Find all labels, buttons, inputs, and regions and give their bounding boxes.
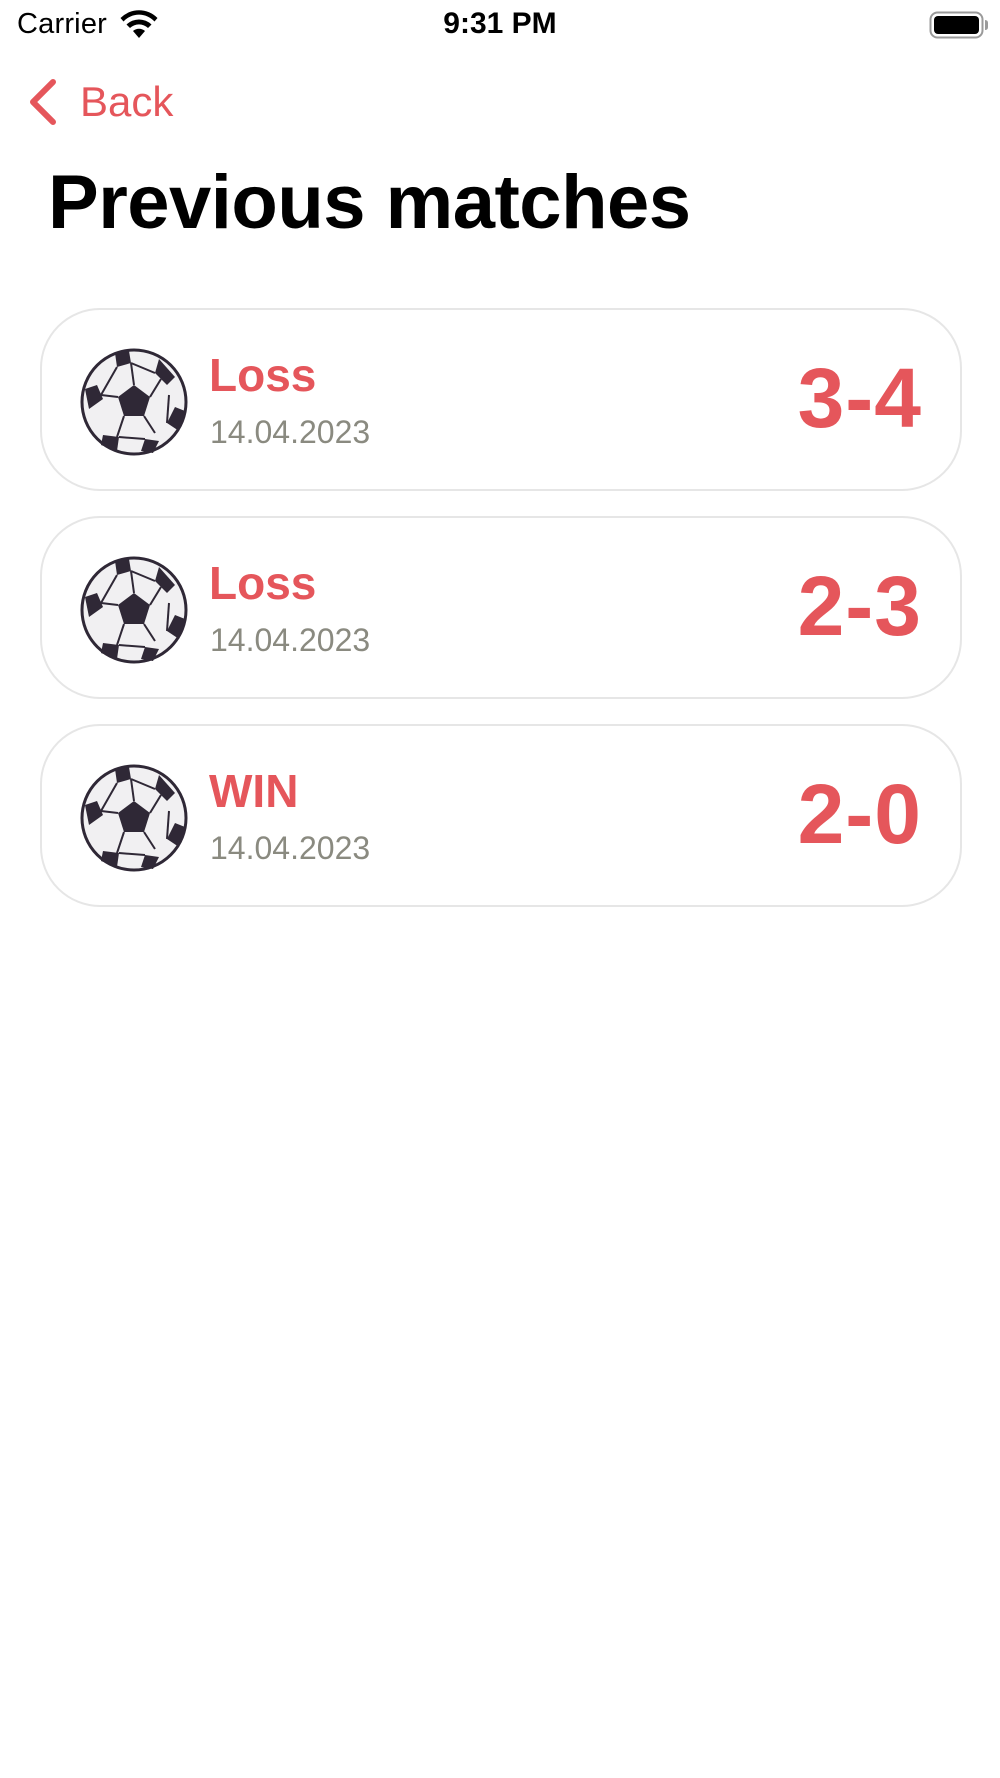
- clock-time: 9:31 PM: [443, 7, 557, 40]
- match-result: WIN: [209, 765, 299, 817]
- back-label: Back: [80, 78, 174, 125]
- match-result: Loss: [209, 349, 317, 401]
- match-list: Loss 14.04.2023 3-4 Loss 14.04.2023 2-3 …: [40, 308, 962, 932]
- page-title: Previous matches: [48, 160, 691, 245]
- soccer-ball-icon: [80, 556, 188, 664]
- match-result: Loss: [209, 557, 317, 609]
- match-date: 14.04.2023: [210, 622, 371, 658]
- match-card[interactable]: Loss 14.04.2023 2-3: [40, 516, 962, 699]
- status-bar: Carrier 9:31 PM: [0, 0, 1000, 54]
- match-date: 14.04.2023: [210, 830, 371, 866]
- match-card[interactable]: Loss 14.04.2023 3-4: [40, 308, 962, 491]
- match-date: 14.04.2023: [210, 414, 371, 450]
- chevron-left-icon: [30, 79, 56, 125]
- battery-icon: [929, 11, 988, 39]
- back-button[interactable]: Back: [26, 73, 173, 131]
- match-card[interactable]: WIN 14.04.2023 2-0: [40, 724, 962, 907]
- soccer-ball-icon: [80, 348, 188, 456]
- match-score: 3-4: [797, 351, 922, 445]
- match-score: 2-3: [797, 559, 922, 653]
- match-score: 2-0: [797, 767, 922, 861]
- soccer-ball-icon: [80, 764, 188, 872]
